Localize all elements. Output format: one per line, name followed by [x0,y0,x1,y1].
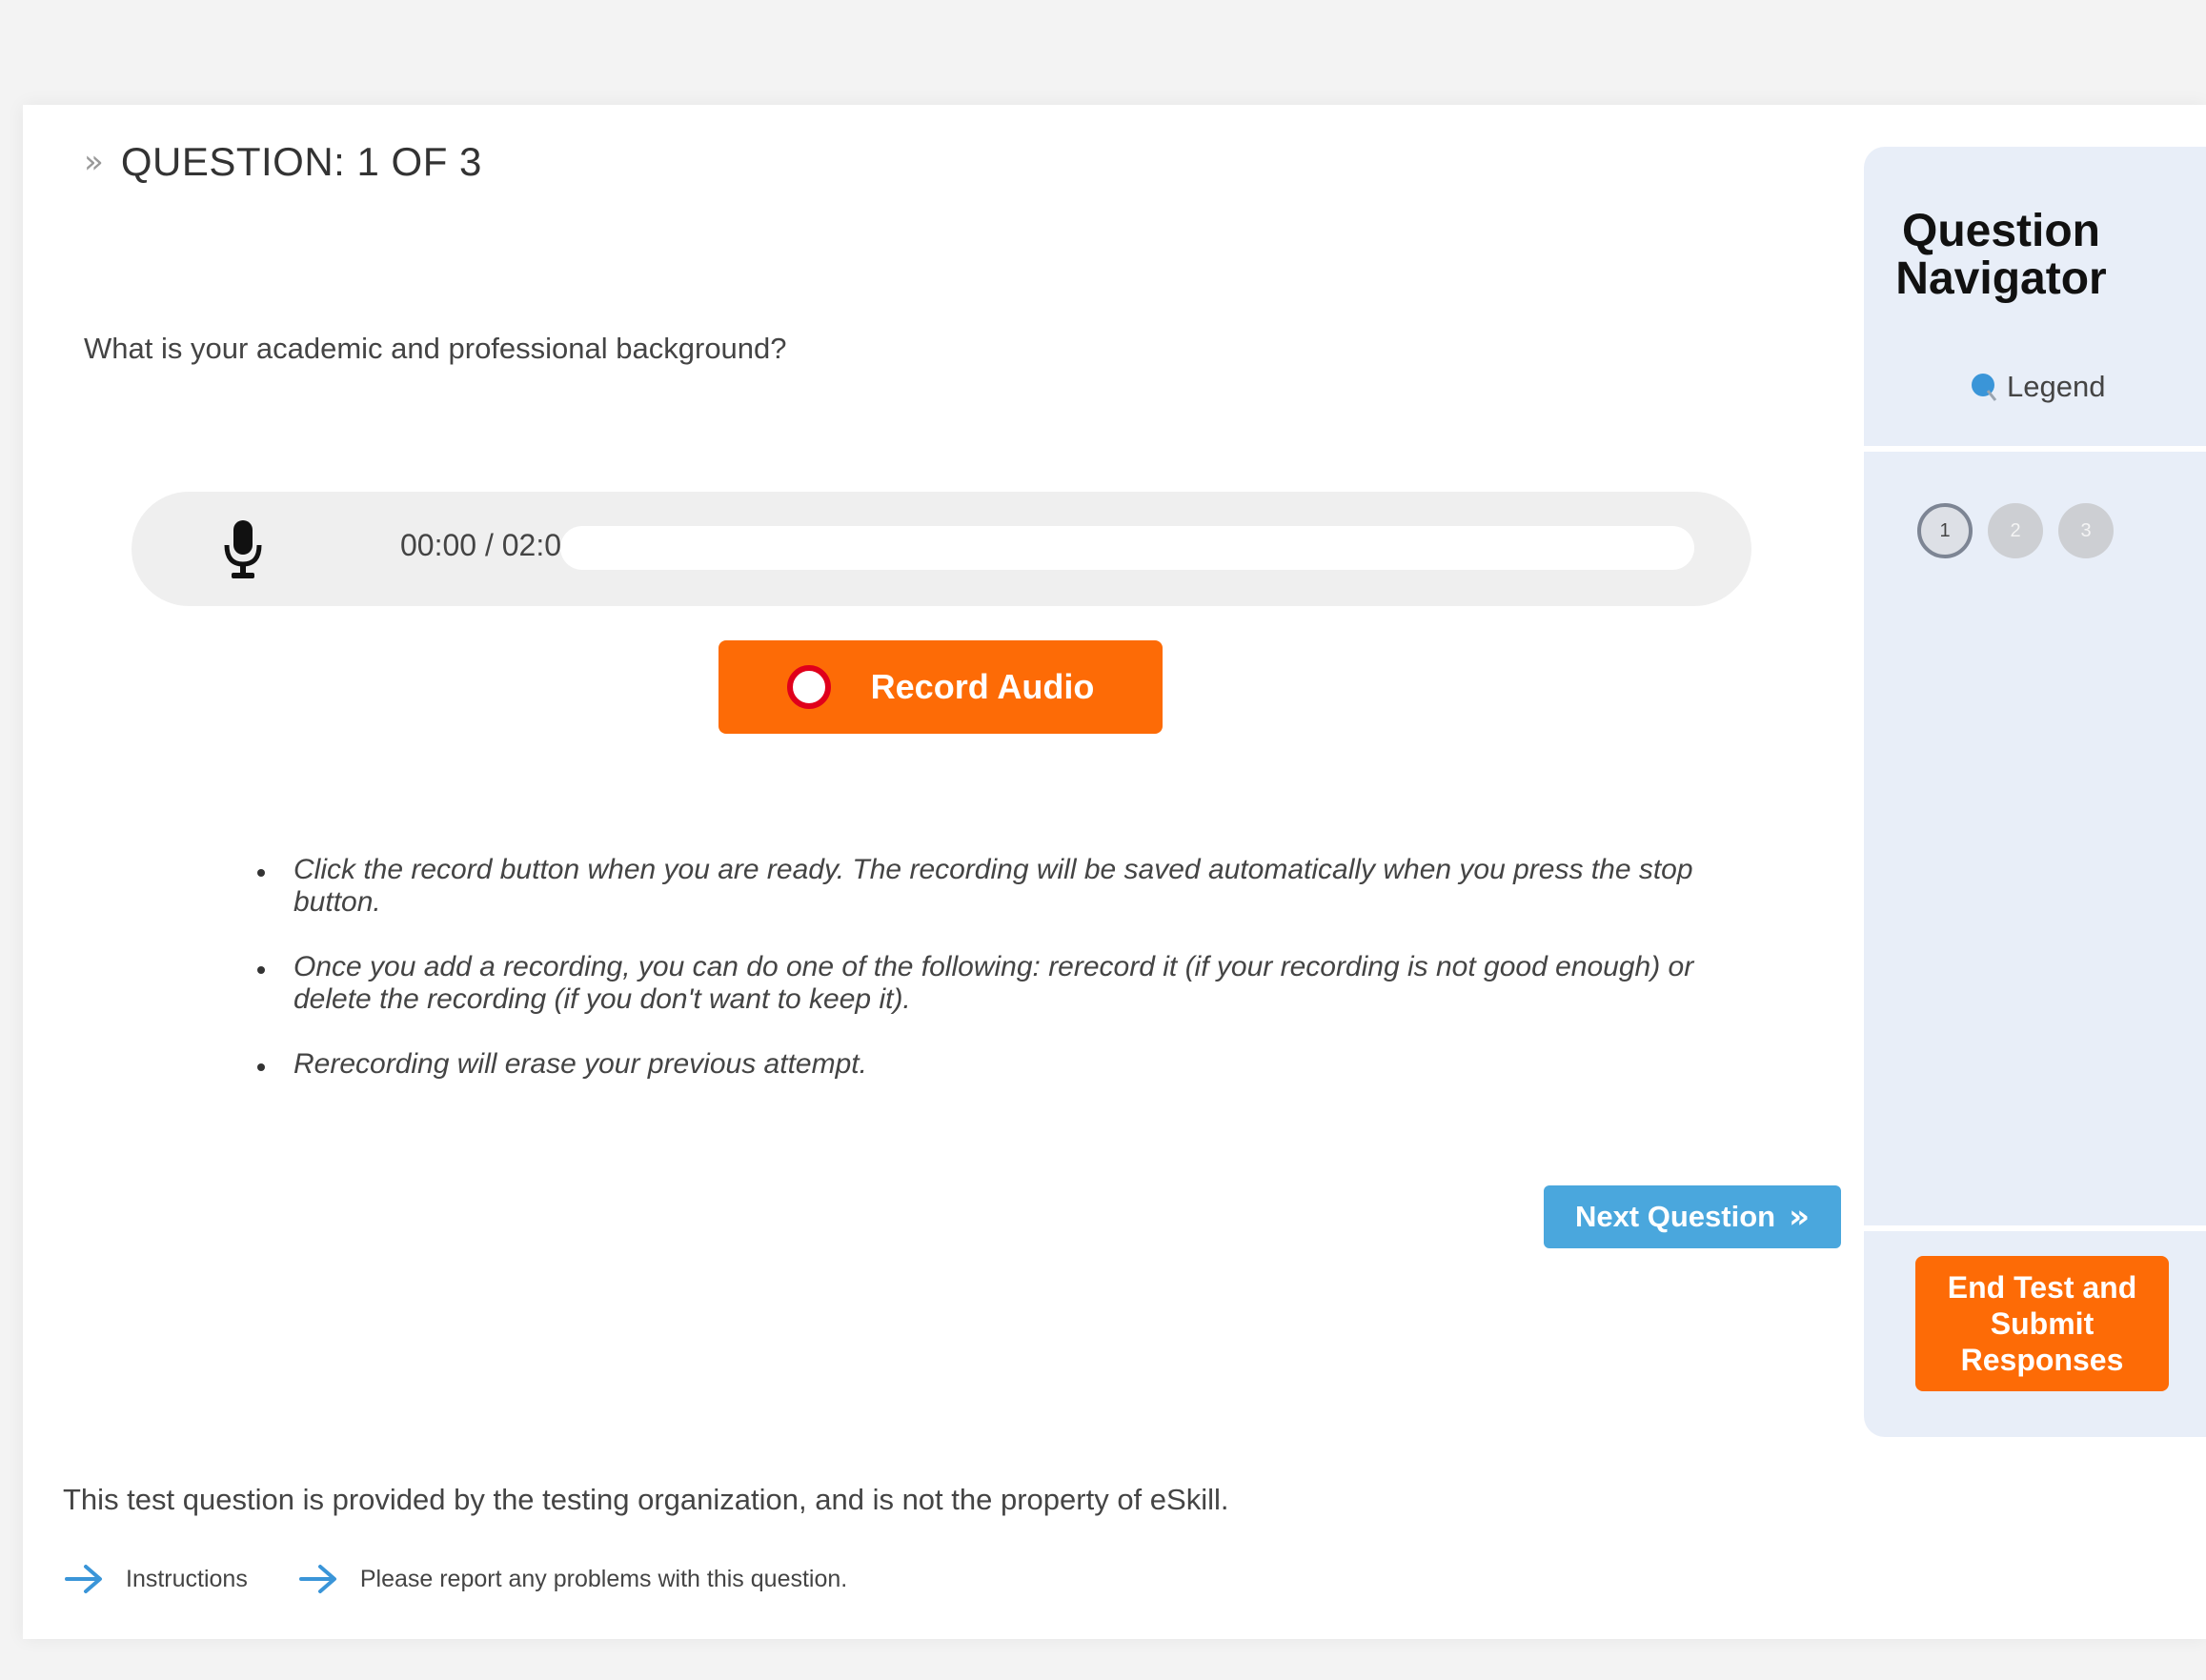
question-counter: QUESTION: 1 OF 3 [120,139,482,184]
arrow-right-icon [65,1565,102,1593]
report-problem-link[interactable]: Please report any problems with this que… [298,1563,848,1595]
instructions-link[interactable]: Instructions [65,1563,248,1595]
navigator-title-line2: Navigator [1895,253,2107,304]
question-prompt: What is your academic and professional b… [84,332,787,365]
audio-recorder: 00:00 / 02:00 [132,492,1751,606]
microphone-icon [224,520,262,578]
question-dot-2[interactable]: 2 [1988,503,2043,558]
legend-label: Legend [2007,370,2106,403]
report-problem-link-label: Please report any problems with this que… [359,1565,848,1592]
double-chevron-right-icon: » [84,143,104,181]
navigator-divider [1864,446,2206,452]
navigator-title: Question Navigator [1864,208,2138,303]
navigator-title-line1: Question [1901,206,2100,256]
question-dot-3[interactable]: 3 [2058,503,2114,558]
legend-icon [1972,374,1997,401]
instruction-list: Click the record button when you are rea… [252,854,1738,1113]
disclaimer-text: This test question is provided by the te… [63,1483,1229,1516]
next-question-label: Next Question [1574,1200,1776,1233]
end-test-button[interactable]: End Test and Submit Responses [1915,1256,2169,1391]
list-item: Click the record button when you are rea… [252,854,1738,919]
navigator-divider [1864,1225,2206,1231]
recording-progress-bar[interactable] [560,526,1694,570]
question-dot-1[interactable]: 1 [1917,503,1973,558]
recording-timer: 00:00 / 02:00 [400,528,578,562]
next-question-button[interactable]: Next Question » [1544,1185,1841,1248]
list-item: Once you add a recording, you can do one… [252,951,1738,1016]
list-item: Rerecording will erase your previous att… [252,1048,1738,1081]
record-circle-icon [786,665,831,709]
question-dots: 1 2 3 [1917,503,2114,558]
question-header: » QUESTION: 1 OF 3 [84,139,482,185]
record-audio-button[interactable]: Record Audio [718,640,1163,734]
record-audio-label: Record Audio [870,667,1095,706]
footer-links: Instructions Please report any problems … [65,1563,847,1595]
double-chevron-right-icon: » [1789,1198,1811,1236]
legend-link[interactable]: Legend [1969,370,2105,404]
instructions-link-label: Instructions [126,1565,248,1592]
arrow-right-icon [298,1565,336,1593]
question-navigator: Question Navigator Legend 1 2 3 End Test… [1864,147,2206,1437]
